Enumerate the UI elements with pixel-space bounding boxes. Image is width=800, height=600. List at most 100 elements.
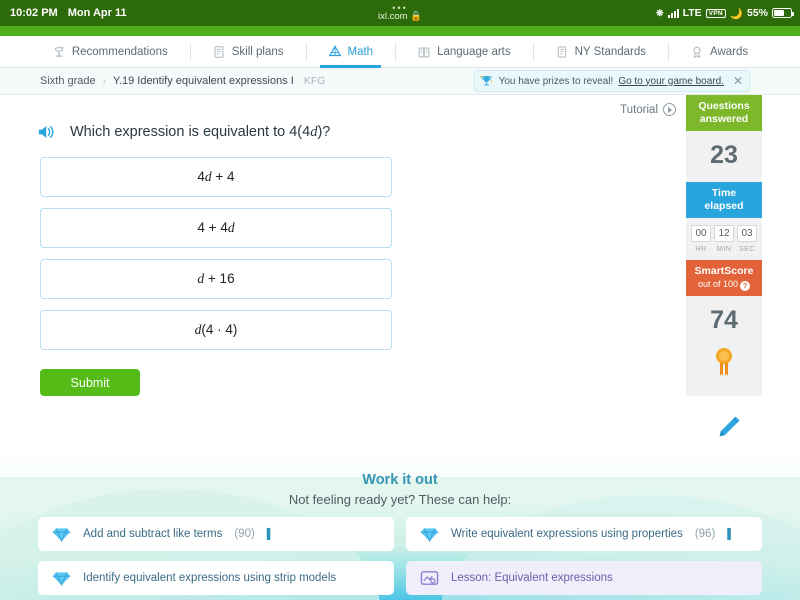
answer-option[interactable]: d(4 · 4) — [40, 310, 392, 350]
diamond-icon — [420, 527, 439, 542]
question-text: Which expression is equivalent to 4(4d)? — [70, 124, 330, 141]
tab-language-arts[interactable]: Language arts — [395, 36, 533, 68]
recommendations-icon — [54, 46, 64, 57]
lock-icon: 🔒 — [410, 11, 423, 22]
help-card[interactable]: Add and subtract like terms (90) ▌ — [38, 517, 394, 551]
tab-label: Language arts — [437, 45, 511, 58]
skill-plans-icon — [214, 45, 224, 58]
help-cards-right-column: Write equivalent expressions using prope… — [406, 517, 762, 595]
timer-minutes-label: MIN — [716, 244, 732, 253]
app-root: 10:02 PM Mon Apr 11 ••• ixl.com 🔒 ❋ LTE … — [0, 0, 800, 600]
answer-option[interactable]: 4d + 4 — [40, 157, 392, 197]
time-elapsed-header: Time elapsed — [686, 182, 762, 218]
language-arts-icon — [418, 47, 430, 57]
tab-label: Recommendations — [71, 45, 168, 58]
question-suffix: )? — [317, 123, 331, 140]
timer-seconds-label: SEC — [738, 244, 756, 253]
timer: 00 HR 12 MIN 03 SEC — [686, 218, 762, 260]
timer-hours: 00 HR — [691, 225, 711, 253]
standards-icon — [557, 45, 566, 58]
score-sidebar: Questions answered 23 Time elapsed 00 HR… — [686, 95, 762, 396]
bookmark-icon[interactable]: ▌ — [267, 529, 274, 540]
game-board-link[interactable]: Go to your game board. — [618, 76, 724, 87]
breadcrumb-grade[interactable]: Sixth grade — [40, 75, 96, 87]
question-area: Tutorial Which expression is equivalent … — [0, 95, 684, 455]
timer-seconds-value: 03 — [737, 225, 757, 242]
help-cards: Add and subtract like terms (90) ▌ Ident… — [0, 517, 800, 595]
green-header-strip — [0, 26, 800, 36]
lesson-card[interactable]: Lesson: Equivalent expressions — [406, 561, 762, 595]
battery-percent: 55% — [746, 7, 768, 19]
breadcrumb: Sixth grade › Y.19 Identify equivalent e… — [40, 75, 325, 87]
help-card[interactable]: Write equivalent expressions using prope… — [406, 517, 762, 551]
help-card[interactable]: Identify equivalent expressions using st… — [38, 561, 394, 595]
battery-icon — [772, 8, 794, 18]
breadcrumb-skill: Y.19 Identify equivalent expressions I — [113, 75, 294, 87]
help-cards-left-column: Add and subtract like terms (90) ▌ Ident… — [38, 517, 394, 595]
lesson-video-icon — [420, 571, 439, 585]
smartscore-title: SmartScore — [694, 265, 754, 277]
lesson-card-label: Lesson: Equivalent expressions — [451, 572, 613, 584]
ios-status-bar: 10:02 PM Mon Apr 11 ••• ixl.com 🔒 ❋ LTE … — [0, 0, 800, 26]
play-circle-icon — [663, 103, 676, 116]
choice-post: + 4 — [211, 169, 235, 184]
tab-math[interactable]: Math — [305, 36, 396, 68]
timer-seconds: 03 SEC — [737, 225, 757, 253]
tutorial-link[interactable]: Tutorial — [620, 103, 676, 116]
time-elapsed-title: Time — [711, 187, 737, 199]
tab-label: Skill plans — [231, 45, 284, 58]
tab-label: Math — [347, 45, 374, 58]
timer-minutes: 12 MIN — [714, 225, 734, 253]
time-elapsed-title2: elapsed — [704, 200, 744, 212]
work-it-out-title: Work it out — [362, 472, 438, 488]
sync-icon: ❋ — [656, 7, 664, 18]
answer-option[interactable]: 4 + 4d — [40, 208, 392, 248]
pencil-icon[interactable] — [712, 412, 744, 444]
moon-icon: 🌙 — [729, 7, 743, 20]
smartscore-subtitle-row: out of 100? — [688, 278, 760, 291]
tab-skill-plans[interactable]: Skill plans — [189, 36, 306, 68]
answer-choices: 4d + 4 4 + 4d d + 16 d(4 · 4) — [40, 157, 392, 361]
tab-ny-standards[interactable]: NY Standards — [532, 36, 668, 68]
submit-button[interactable]: Submit — [40, 369, 140, 396]
help-card-label: Identify equivalent expressions using st… — [83, 572, 337, 584]
timer-minutes-value: 12 — [714, 225, 734, 242]
diamond-icon — [52, 571, 71, 586]
help-card-label: Write equivalent expressions using prope… — [451, 528, 683, 540]
smartscore-subtitle: out of 100 — [697, 279, 739, 289]
smartscore-header: SmartScore out of 100? — [686, 260, 762, 296]
speaker-icon[interactable] — [38, 123, 58, 141]
smartscore-value: 74 — [686, 296, 762, 347]
tab-recommendations[interactable]: Recommendations — [30, 36, 190, 68]
choice-var: d — [204, 169, 212, 184]
choice-var: d — [227, 220, 235, 235]
close-icon[interactable]: ✕ — [733, 75, 743, 87]
prize-message: You have prizes to reveal! — [498, 75, 614, 87]
award-ribbon — [686, 347, 762, 396]
timer-hours-label: HR — [695, 244, 707, 253]
question-row: Which expression is equivalent to 4(4d)? — [38, 123, 330, 141]
answer-option[interactable]: d + 16 — [40, 259, 392, 299]
choice-post: (4 · 4) — [201, 322, 238, 337]
help-icon[interactable]: ? — [740, 280, 751, 291]
questions-answered-header: Questions answered — [686, 95, 762, 131]
skill-code: KFG — [303, 75, 326, 87]
bookmark-icon[interactable]: ▌ — [727, 529, 734, 540]
breadcrumb-separator-icon: › — [102, 75, 106, 87]
timer-hours-value: 00 — [691, 225, 711, 242]
network-type: LTE — [682, 7, 702, 19]
vpn-badge: VPN — [705, 8, 726, 18]
tab-awards[interactable]: Awards — [668, 36, 770, 68]
choice-pre: 4 — [197, 169, 205, 184]
question-prefix: Which expression is equivalent to 4(4 — [70, 123, 311, 140]
math-icon — [328, 44, 341, 56]
work-it-out-section: Work it out Not feeling ready yet? These… — [0, 455, 800, 600]
choice-pre: 4 + 4 — [197, 220, 228, 235]
help-card-label: Add and subtract like terms — [83, 528, 223, 540]
awards-icon — [693, 46, 701, 58]
diamond-icon — [52, 527, 71, 542]
ribbon-medal-icon — [716, 348, 732, 376]
questions-answered-value: 23 — [686, 131, 762, 182]
trophy-icon — [479, 74, 493, 85]
help-card-count: (96) — [694, 528, 716, 540]
